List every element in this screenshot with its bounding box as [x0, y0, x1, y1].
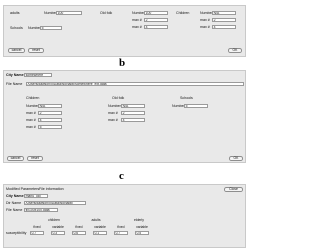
children-max2-field[interactable]: 4 [212, 25, 236, 29]
city-name-field[interactable]: somewhere [24, 73, 52, 77]
col-header-children-fixed: fixed [33, 225, 41, 229]
panel-b: City Name somewhere File Name /Users/daw… [3, 70, 246, 163]
panel-label-c: c [119, 170, 124, 182]
children-max2-label: max # [200, 25, 210, 29]
b-old-folk-number-field[interactable]: N/A [121, 104, 145, 108]
old-folk-max-label: max # [132, 18, 142, 22]
b-children-number-label: Number [26, 104, 39, 108]
group-header-children: children [48, 218, 60, 222]
panel-c: Modified Parameters File information Clo… [3, 184, 246, 248]
tab-file-information[interactable]: File information [39, 187, 64, 191]
file-name-label: File Name [6, 82, 23, 86]
b-old-folk-max2-label: max # [108, 118, 118, 122]
close-button[interactable]: Close [224, 187, 243, 192]
panel-label-b: b [119, 57, 126, 69]
cell-elderly-variable[interactable]: 0.5 [135, 231, 149, 235]
old-folk-number-field[interactable]: 100 [144, 11, 168, 15]
reset-button[interactable]: reset [28, 48, 44, 53]
c-city-name-label: City Name [6, 194, 24, 198]
old-folk-max-field[interactable]: 2 [144, 18, 168, 22]
group-title-old-folk: Old folk [100, 11, 113, 15]
children-max-label: max # [200, 18, 210, 22]
b-group-title-children: Children [26, 96, 40, 100]
col-header-children-variable: variable [52, 225, 64, 229]
b-group-title-schools: Schools [180, 96, 193, 100]
c-city-name-field[interactable]: manu_old [24, 194, 48, 198]
group-header-adults: adults [91, 218, 101, 222]
children-number-label: Number [200, 11, 213, 15]
b-old-folk-max-label: max # [108, 111, 118, 115]
b-schools-number-field[interactable]: 5 [184, 104, 208, 108]
b-old-folk-max2-field[interactable]: 4 [121, 118, 145, 122]
cell-adults-variable[interactable]: 0.1 [93, 231, 107, 235]
tab-modified-parameters[interactable]: Modified Parameters [6, 187, 39, 191]
b-ok-button[interactable]: OK [229, 156, 243, 161]
children-max-field[interactable]: 2 [212, 18, 236, 22]
b-reset-button[interactable]: reset [27, 156, 43, 161]
old-folk-max2-field[interactable]: 4 [144, 25, 168, 29]
cell-children-fixed[interactable]: 0.7 [30, 231, 44, 235]
city-name-label: City Name [6, 73, 24, 77]
b-children-max-field[interactable]: 2 [38, 111, 62, 115]
col-header-elderly-variable: variable [136, 225, 148, 229]
file-name-field[interactable]: /Users/dawson/IIIData/NoNaMi/somewhere_e… [26, 82, 244, 86]
children-number-field[interactable]: N/A [212, 11, 236, 15]
cancel-button[interactable]: cancel [8, 48, 25, 53]
b-old-folk-number-label: Number [108, 104, 121, 108]
schools-label: Schools [10, 26, 23, 30]
schools-field[interactable]: 5 [40, 26, 62, 30]
b-old-folk-max-field[interactable]: 2 [121, 111, 145, 115]
adults-number-field[interactable]: 100 [56, 11, 82, 15]
panel-a: adults Number 100 Old folk Number 100 ma… [3, 5, 246, 57]
c-file-name-field[interactable]: fix100x100.data [24, 208, 58, 212]
c-dir-name-field[interactable]: /Users/dawson/IIIData/NoNaMi/ [24, 201, 86, 205]
cell-children-variable[interactable]: 0.3 [51, 231, 65, 235]
b-children-max3-label: max # [26, 125, 36, 129]
col-header-adults-fixed: fixed [75, 225, 83, 229]
cell-elderly-fixed[interactable]: 0.7 [114, 231, 128, 235]
group-title-adults: adults [10, 11, 20, 15]
group-header-elderly: elderly [134, 218, 144, 222]
ok-button[interactable]: OK [228, 48, 242, 53]
b-schools-number-label: Number [172, 104, 185, 108]
b-children-max2-label: max # [26, 118, 36, 122]
old-folk-number-label: Number [132, 11, 145, 15]
b-group-title-old-folk: Old folk [112, 96, 125, 100]
old-folk-max2-label: max # [132, 25, 142, 29]
b-children-max-label: max # [26, 111, 36, 115]
adults-number-label: Number [44, 11, 57, 15]
c-file-name-label: File Name [6, 208, 23, 212]
group-title-children: Children [176, 11, 190, 15]
c-dir-name-label: Dir Name [6, 201, 22, 205]
schools-number-label: Number [28, 26, 41, 30]
cell-adults-fixed[interactable]: 0.6 [72, 231, 86, 235]
b-children-max2-field[interactable]: 4 [38, 118, 62, 122]
b-cancel-button[interactable]: cancel [7, 156, 24, 161]
row-label-susceptibility: susceptibility [6, 231, 27, 235]
col-header-adults-variable: variable [94, 225, 106, 229]
b-children-number-field[interactable]: N/A [38, 104, 62, 108]
b-children-max3-field[interactable]: 5 [38, 125, 62, 129]
col-header-elderly-fixed: fixed [117, 225, 125, 229]
